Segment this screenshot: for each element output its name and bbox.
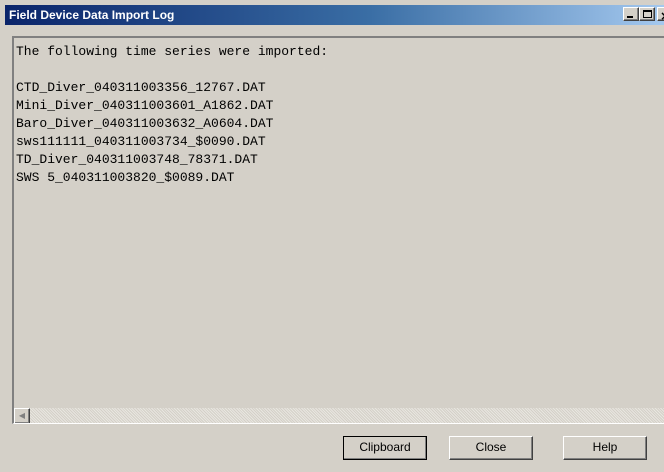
clipboard-button[interactable]: Clipboard <box>343 436 427 460</box>
minimize-icon <box>627 16 633 18</box>
close-button[interactable]: Close <box>449 436 533 460</box>
maximize-button[interactable] <box>639 7 655 21</box>
window-controls: × <box>623 7 664 23</box>
window-title: Field Device Data Import Log <box>9 8 175 22</box>
log-text: The following time series were imported:… <box>16 43 328 187</box>
log-header: The following time series were imported: <box>16 44 329 59</box>
horizontal-scrollbar[interactable]: ◀ ▶ <box>14 408 664 423</box>
log-entry: Baro_Diver_040311003632_A0604.DAT <box>16 116 274 131</box>
close-window-button[interactable]: × <box>657 7 664 23</box>
title-bar[interactable]: Field Device Data Import Log × <box>5 5 664 25</box>
log-entry: CTD_Diver_040311003356_12767.DAT <box>16 80 266 95</box>
import-log-window: Field Device Data Import Log × The follo… <box>0 0 664 472</box>
button-row: Clipboard Close Help <box>1 436 664 460</box>
log-text-area[interactable]: The following time series were imported:… <box>12 36 664 424</box>
close-icon: × <box>660 6 664 26</box>
log-entry: SWS 5_040311003820_$0089.DAT <box>16 170 235 185</box>
help-button[interactable]: Help <box>563 436 647 460</box>
log-entry: sws111111_040311003734_$0090.DAT <box>16 134 266 149</box>
log-entry: TD_Diver_040311003748_78371.DAT <box>16 152 258 167</box>
maximize-icon <box>643 10 652 18</box>
minimize-button[interactable] <box>623 7 639 21</box>
scroll-left-button[interactable]: ◀ <box>14 408 30 423</box>
log-entry: Mini_Diver_040311003601_A1862.DAT <box>16 98 274 113</box>
